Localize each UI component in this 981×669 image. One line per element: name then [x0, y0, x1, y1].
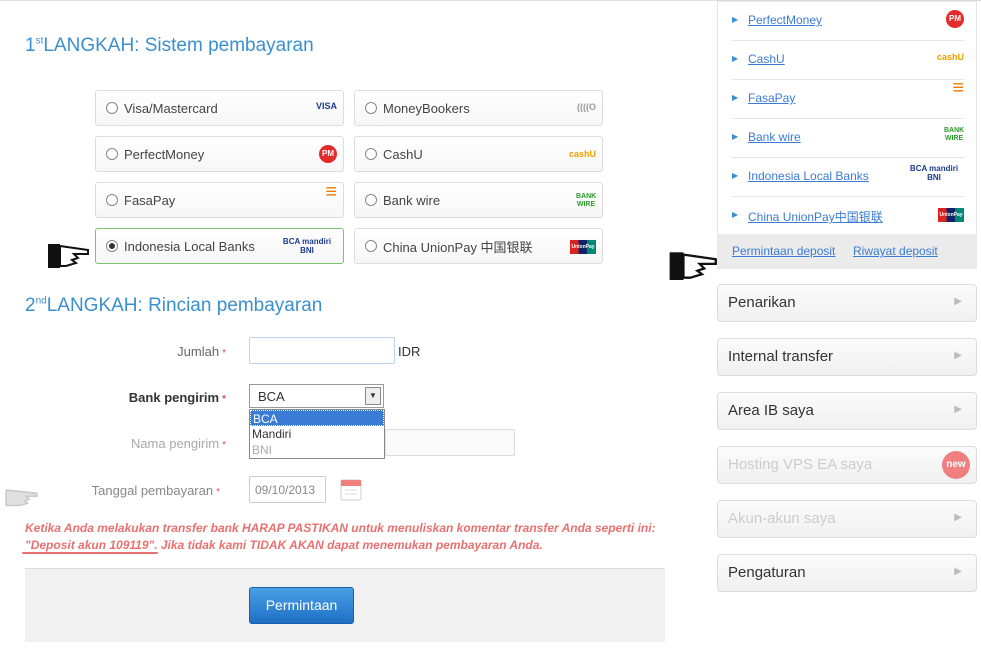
bank-dropdown[interactable]: BCA Mandiri BNI: [249, 409, 385, 459]
cashu-logo-icon: cashU: [936, 52, 964, 62]
bullet-icon: ▶: [732, 93, 739, 102]
perfectmoney-logo-icon: PM: [319, 145, 337, 163]
submit-button[interactable]: Permintaan: [249, 587, 354, 624]
unionpay-logo-icon: UnionPay: [570, 240, 596, 254]
bullet-icon: ▶: [732, 54, 739, 63]
step2-title: 2ndLANGKAH: Rincian pembayaran: [25, 295, 323, 316]
amount-input[interactable]: [249, 337, 395, 364]
chevron-right-icon: ▶: [954, 404, 962, 415]
sidebar-method[interactable]: ▶ PerfectMoney PM: [732, 2, 964, 41]
bankwire-logo-icon: BANK WIRE: [576, 193, 597, 208]
bullet-icon: ▶: [732, 132, 739, 141]
radio-icon[interactable]: [365, 240, 377, 252]
menu-ib-area[interactable]: Area IB saya ▶: [717, 392, 977, 430]
date-input[interactable]: 09/10/2013: [249, 476, 326, 503]
deposit-page: 1stLANGKAH: Sistem pembayaran Visa/Maste…: [0, 0, 981, 669]
step1-title: 1stLANGKAH: Sistem pembayaran: [25, 35, 314, 56]
payment-option-cashu[interactable]: CashU cashU: [354, 136, 603, 172]
deposit-history-link[interactable]: Riwayat deposit: [853, 244, 938, 258]
moneybookers-logo-icon: ((((O: [577, 102, 596, 112]
amount-label: Jumlah *: [177, 344, 226, 359]
cashu-logo-icon: cashU: [568, 149, 596, 159]
radio-icon[interactable]: [365, 148, 377, 160]
bullet-icon: ▶: [732, 171, 739, 180]
fasapay-logo-icon: ≡: [952, 77, 964, 99]
fasapay-logo-icon: ≡: [325, 181, 337, 203]
payment-option-visa[interactable]: Visa/Mastercard VISA: [95, 90, 344, 126]
radio-icon[interactable]: [365, 102, 377, 114]
indonesia-banks-logo-icon: BCA mandiri BNI: [282, 237, 332, 255]
chevron-right-icon: ▶: [954, 350, 962, 361]
chevron-right-icon: ▶: [954, 512, 962, 523]
new-badge: new: [942, 451, 970, 479]
deposit-warning: Ketika Anda melakukan transfer bank HARA…: [25, 521, 656, 552]
calendar-icon[interactable]: [340, 477, 362, 501]
sender-name-input[interactable]: [385, 429, 515, 456]
sidebar-method[interactable]: ▶ Indonesia Local Banks BCA mandiri BNI: [732, 158, 964, 197]
sidebar-method[interactable]: ▶ FasaPay ≡: [732, 77, 964, 119]
visa-logo-icon: VISA: [315, 101, 337, 111]
menu-settings[interactable]: Pengaturan ▶: [717, 554, 977, 592]
highlight-underline: [22, 552, 158, 554]
date-label: Tanggal pembayaran *: [91, 483, 220, 498]
payment-option-moneybookers[interactable]: MoneyBookers ((((O: [354, 90, 603, 126]
perfectmoney-logo-icon: PM: [946, 10, 964, 28]
bank-option[interactable]: BCA: [250, 410, 384, 426]
sender-label: Nama pengirim *: [130, 436, 226, 451]
bank-option[interactable]: BNI: [250, 442, 384, 458]
bank-label: Bank pengirim *: [128, 390, 226, 405]
radio-selected-icon[interactable]: [106, 240, 118, 252]
currency-label: IDR: [398, 344, 421, 359]
pointing-hand-icon: [669, 252, 717, 280]
menu-internal-transfer[interactable]: Internal transfer ▶: [717, 338, 977, 376]
payment-option-unionpay[interactable]: China UnionPay 中国银联 UnionPay: [354, 228, 603, 264]
payment-option-perfectmoney[interactable]: PerfectMoney PM: [95, 136, 344, 172]
chevron-right-icon: ▶: [954, 296, 962, 307]
sidebar-method[interactable]: ▶ CashU cashU: [732, 41, 964, 80]
sidebar-method[interactable]: ▶ China UnionPay中国银联 UnionPay: [732, 197, 964, 236]
indonesia-banks-logo-icon: BCA mandiri BNI: [909, 164, 959, 182]
radio-icon[interactable]: [106, 194, 118, 206]
unionpay-logo-icon: UnionPay: [938, 208, 964, 222]
radio-icon[interactable]: [106, 148, 118, 160]
radio-icon[interactable]: [365, 194, 377, 206]
sidebar-method[interactable]: ▶ Bank wire BANK WIRE: [732, 119, 964, 158]
radio-icon[interactable]: [106, 102, 118, 114]
bankwire-logo-icon: BANK WIRE: [944, 127, 965, 142]
sidebar-methods: ▶ PerfectMoney PM ▶ CashU cashU ▶ FasaPa…: [717, 1, 977, 269]
deposit-links: Permintaan deposit Riwayat deposit: [717, 234, 977, 269]
menu-withdrawal[interactable]: Penarikan ▶: [717, 284, 977, 322]
payment-option-bankwire[interactable]: Bank wire BANK WIRE: [354, 182, 603, 218]
chevron-down-icon[interactable]: ▼: [365, 387, 381, 405]
bank-select[interactable]: BCA ▼: [249, 384, 384, 408]
bullet-icon: ▶: [732, 15, 739, 24]
menu-my-accounts[interactable]: Akun-akun saya ▶: [717, 500, 977, 538]
pointing-hand-icon: [48, 244, 89, 268]
bullet-icon: ▶: [732, 210, 739, 219]
payment-option-indonesia-local-banks[interactable]: Indonesia Local Banks BCA mandiri BNI: [95, 228, 344, 264]
payment-option-fasapay[interactable]: FasaPay ≡: [95, 182, 344, 218]
chevron-right-icon: ▶: [954, 566, 962, 577]
bank-option[interactable]: Mandiri: [250, 426, 384, 442]
menu-vps-hosting[interactable]: Hosting VPS EA saya new: [717, 446, 977, 484]
deposit-request-link[interactable]: Permintaan deposit: [732, 244, 835, 258]
pointing-hand-icon: [5, 489, 38, 507]
